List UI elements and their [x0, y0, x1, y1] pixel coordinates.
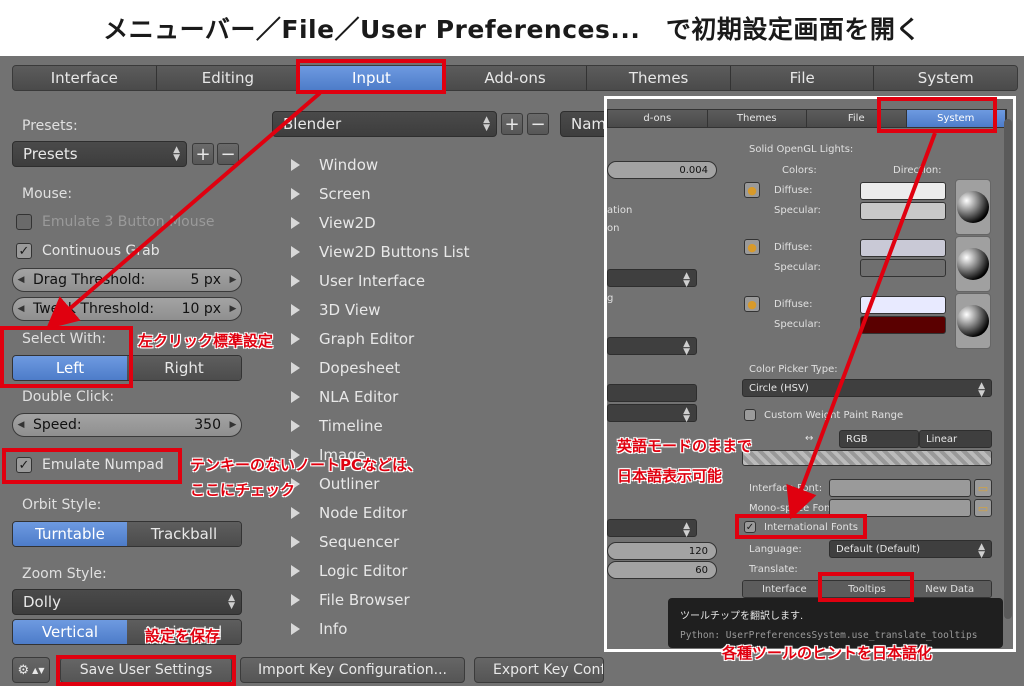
- annotation-left-click: 左クリック標準設定: [138, 332, 274, 350]
- annotation-save: 設定を保存: [145, 627, 221, 645]
- annotation-english-2: 日本語表示可能: [617, 467, 723, 485]
- annotation-english-1: 英語モードのままで: [617, 437, 753, 455]
- annotation-numpad-1: テンキーのないノートPCなどは、: [190, 456, 423, 474]
- annotation-numpad-2: ここにチェック: [190, 481, 296, 499]
- annotation-tooltips: 各種ツールのヒントを日本語化: [722, 644, 933, 662]
- arrow-system-to-fonts: [786, 132, 937, 520]
- arrow-input-to-select: [45, 91, 322, 330]
